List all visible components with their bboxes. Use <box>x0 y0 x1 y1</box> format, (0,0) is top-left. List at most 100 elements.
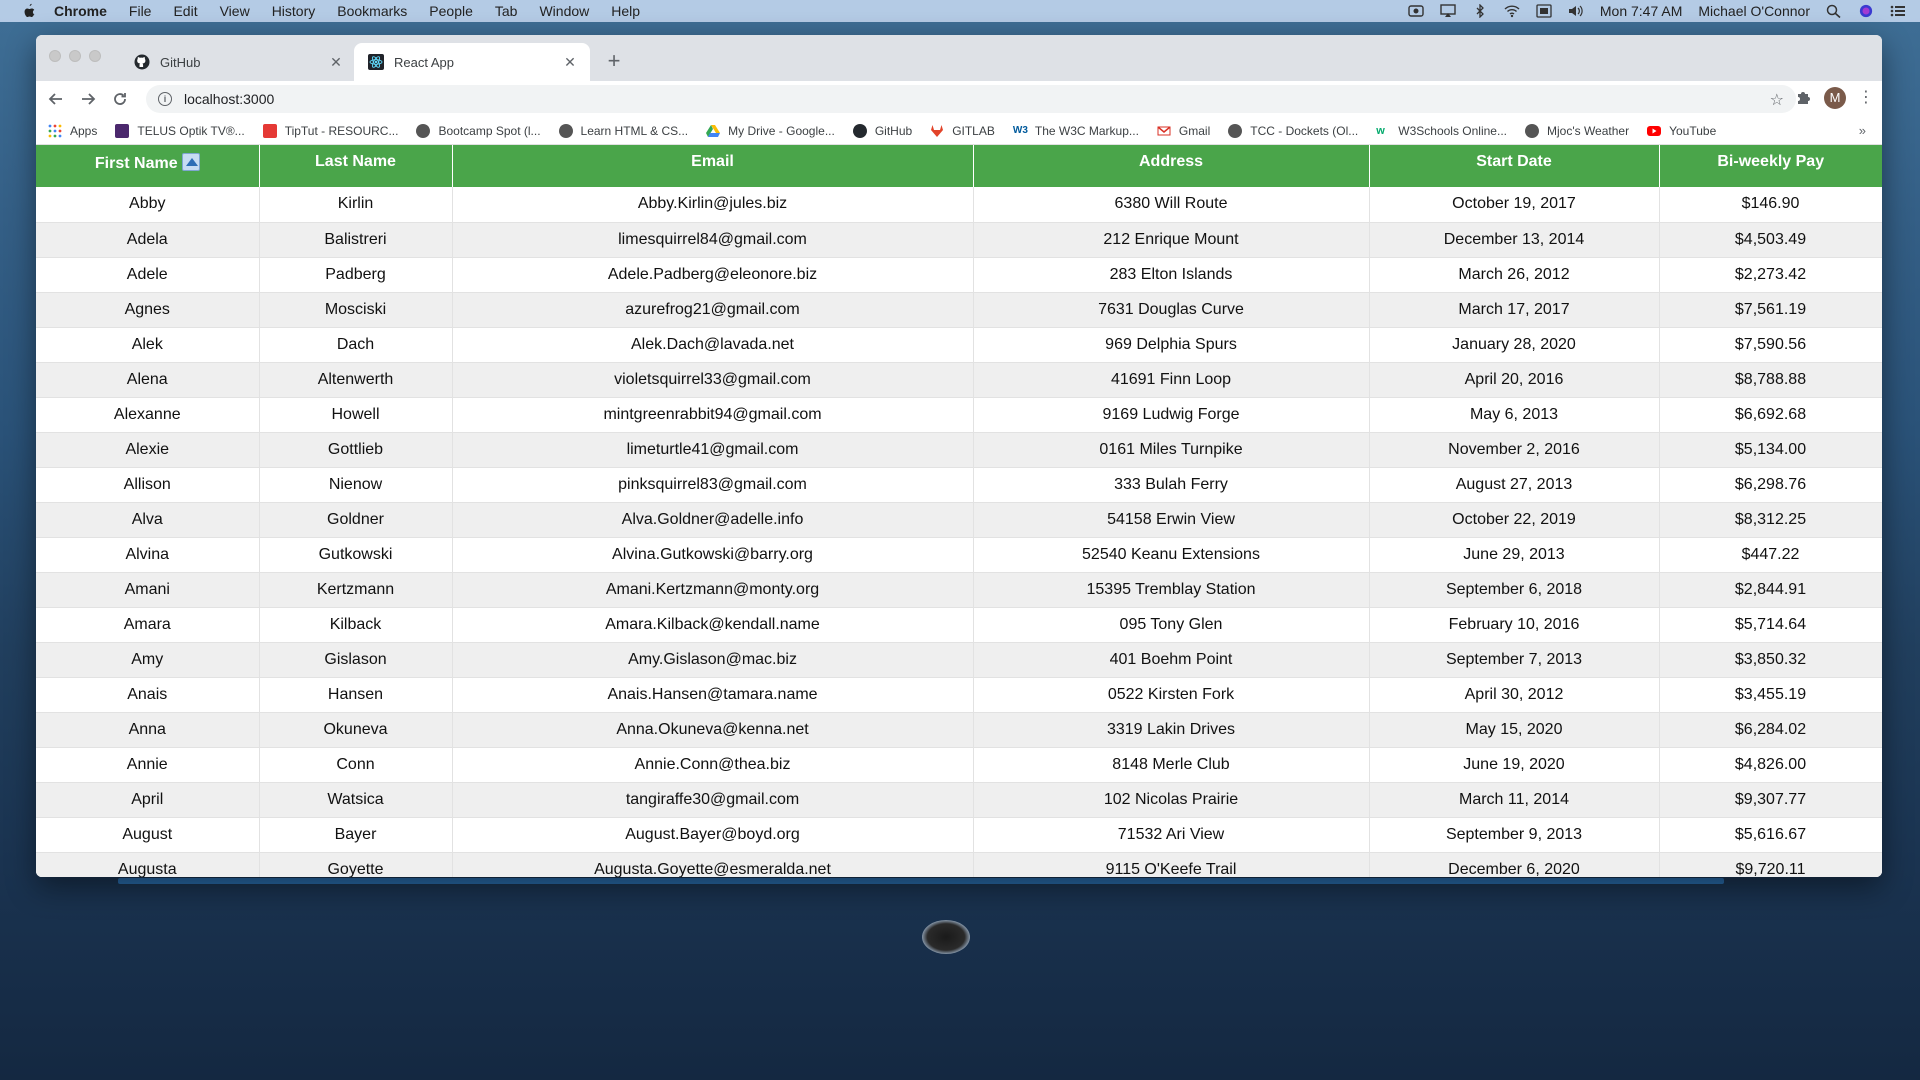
cell-email: violetsquirrel33@gmail.com <box>452 362 974 398</box>
github-icon <box>852 123 867 138</box>
siri-icon[interactable] <box>1858 4 1874 18</box>
bookmark-star-icon[interactable]: ☆ <box>1770 90 1784 110</box>
bookmark-w3c[interactable]: W3 The W3C Markup... <box>1013 124 1139 138</box>
bluetooth-icon[interactable] <box>1472 4 1488 18</box>
menu-app-chrome[interactable]: Chrome <box>54 3 107 19</box>
site-info-icon[interactable]: i <box>158 92 172 106</box>
table-row: Alva Goldner Alva.Goldner@adelle.info 54158… <box>36 502 1882 538</box>
menu-history[interactable]: History <box>272 3 316 19</box>
window-minimize-button[interactable] <box>69 50 81 62</box>
table-row: April Watsica tangiraffe30@gmail.com 102 Ni… <box>36 782 1882 818</box>
spotlight-search-icon[interactable] <box>1826 4 1842 18</box>
window-zoom-button[interactable] <box>89 50 101 62</box>
bookmarks-bar: Apps TELUS Optik TV®... TipTut - RESOURC… <box>36 117 1882 145</box>
gmail-icon <box>1157 125 1171 135</box>
table-body: Abby Kirlin Abby.Kirlin@jules.biz 6380 Will… <box>36 187 1882 877</box>
sort-ascending-icon[interactable] <box>181 153 200 171</box>
chrome-menu-icon[interactable]: ⋮ <box>1858 89 1874 107</box>
employee-table: First Name Last Name Email Address Start… <box>36 145 1882 877</box>
apple-icon[interactable] <box>20 3 38 19</box>
bookmark-mjocs-weather[interactable]: Mjoc's Weather <box>1524 123 1630 138</box>
bookmark-gitlab[interactable]: GITLAB <box>930 124 995 138</box>
new-tab-button[interactable]: + <box>600 47 628 75</box>
bookmark-tcc-dockets[interactable]: TCC - Dockets (Ol... <box>1228 123 1358 138</box>
wifi-icon[interactable] <box>1504 4 1520 18</box>
volume-icon[interactable] <box>1568 4 1584 18</box>
cell-first-name: Augusta <box>36 852 260 877</box>
header-start-date[interactable]: Start Date <box>1369 145 1660 187</box>
bookmark-apps[interactable]: Apps <box>48 124 97 138</box>
cell-email: limeturtle41@gmail.com <box>452 432 974 468</box>
menu-help[interactable]: Help <box>611 3 640 19</box>
address-bar[interactable]: i localhost:3000 ☆ <box>146 85 1796 113</box>
cell-email: Anais.Hansen@tamara.name <box>452 677 974 713</box>
table-row: Alexie Gottlieb limeturtle41@gmail.com 0161… <box>36 432 1882 468</box>
cell-first-name: Allison <box>36 467 260 503</box>
tab-close-icon[interactable]: ✕ <box>562 54 578 70</box>
bookmark-youtube[interactable]: YouTube <box>1647 124 1716 138</box>
cell-address: 7631 Douglas Curve <box>973 292 1370 328</box>
menu-window[interactable]: Window <box>539 3 589 19</box>
address-url[interactable]: localhost:3000 <box>184 91 274 107</box>
tab-github[interactable]: GitHub ✕ <box>120 43 356 81</box>
bookmark-telus[interactable]: TELUS Optik TV®... <box>115 123 245 138</box>
screen-record-icon[interactable] <box>1408 4 1424 18</box>
menu-file[interactable]: File <box>129 3 152 19</box>
header-biweekly-pay[interactable]: Bi-weekly Pay <box>1659 145 1882 187</box>
menu-people[interactable]: People <box>429 3 473 19</box>
cell-first-name: August <box>36 817 260 853</box>
cell-last-name: Kilback <box>259 607 453 643</box>
page-viewport: First Name Last Name Email Address Start… <box>36 145 1882 877</box>
header-last-name[interactable]: Last Name <box>259 145 453 187</box>
table-row: Anais Hansen Anais.Hansen@tamara.name 0522 … <box>36 677 1882 713</box>
header-email[interactable]: Email <box>452 145 974 187</box>
bookmark-my-drive[interactable]: My Drive - Google... <box>706 124 835 138</box>
extensions-puzzle-icon[interactable] <box>1794 89 1812 107</box>
forward-button[interactable] <box>76 87 100 111</box>
display-icon[interactable] <box>1536 4 1552 18</box>
window-close-button[interactable] <box>49 50 61 62</box>
bookmark-label: Gmail <box>1178 123 1211 138</box>
bookmark-github[interactable]: GitHub <box>852 123 912 138</box>
desktop-highlight-bar <box>118 878 1724 884</box>
table-row: Alena Altenwerth violetsquirrel33@gmail.co… <box>36 362 1882 398</box>
menu-edit[interactable]: Edit <box>173 3 197 19</box>
airplay-icon[interactable] <box>1440 4 1456 18</box>
tab-react-app[interactable]: React App ✕ <box>354 43 590 81</box>
cell-address: 15395 Tremblay Station <box>973 572 1370 608</box>
bookmark-w3schools[interactable]: w W3Schools Online... <box>1376 124 1507 138</box>
header-address[interactable]: Address <box>973 145 1370 187</box>
table-row: Adele Padberg Adele.Padberg@eleonore.biz 28… <box>36 257 1882 293</box>
menu-view[interactable]: View <box>220 3 250 19</box>
menubar-clock[interactable]: Mon 7:47 AM <box>1600 3 1683 19</box>
reload-button[interactable] <box>108 87 132 111</box>
google-drive-icon <box>706 124 721 137</box>
cell-email: tangiraffe30@gmail.com <box>452 782 974 818</box>
bookmark-label: The W3C Markup... <box>1034 123 1139 138</box>
bookmark-learn-html[interactable]: Learn HTML & CS... <box>558 123 688 138</box>
github-icon <box>134 54 150 70</box>
bookmark-label: Mjoc's Weather <box>1546 123 1630 138</box>
cell-first-name: Alexie <box>36 432 260 468</box>
notification-center-icon[interactable] <box>1890 4 1906 18</box>
menubar-user[interactable]: Michael O'Connor <box>1698 3 1810 19</box>
bookmark-tiptut[interactable]: TipTut - RESOURC... <box>262 123 398 138</box>
menu-bookmarks[interactable]: Bookmarks <box>337 3 407 19</box>
bookmarks-overflow-chevron-icon[interactable]: » <box>1859 123 1866 138</box>
cell-last-name: Altenwerth <box>259 362 453 398</box>
cell-last-name: Conn <box>259 747 453 783</box>
bookmark-bootcamp-spot[interactable]: Bootcamp Spot (l... <box>416 123 541 138</box>
header-label: Bi-weekly Pay <box>1717 153 1825 170</box>
cell-email: limesquirrel84@gmail.com <box>452 222 974 258</box>
menu-tab[interactable]: Tab <box>495 3 518 19</box>
back-button[interactable] <box>44 87 68 111</box>
cell-first-name: Abby <box>36 187 260 223</box>
table-row: Amy Gislason Amy.Gislason@mac.biz 401 Boehm… <box>36 642 1882 678</box>
tab-close-icon[interactable]: ✕ <box>328 54 344 70</box>
cell-first-name: Adele <box>36 257 260 293</box>
cell-last-name: Kertzmann <box>259 572 453 608</box>
header-first-name[interactable]: First Name <box>36 145 260 187</box>
cell-email: Annie.Conn@thea.biz <box>452 747 974 783</box>
profile-avatar[interactable]: M <box>1824 87 1846 109</box>
bookmark-gmail[interactable]: Gmail <box>1157 124 1210 138</box>
